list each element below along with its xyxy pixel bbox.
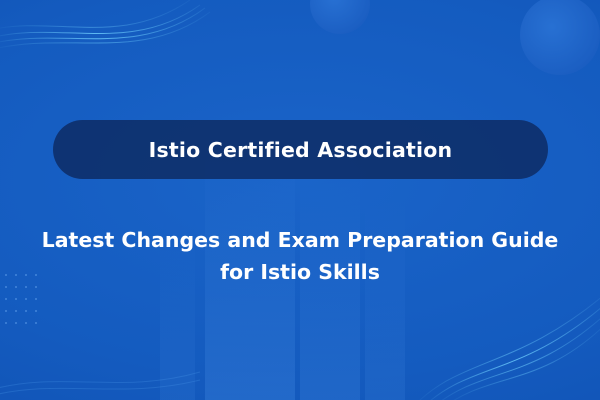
background-decoration: [0, 0, 600, 400]
banner-title: Istio Certified Association: [148, 137, 453, 162]
decor-circle-right: [520, 0, 600, 75]
wave-lines-top-left: [0, 0, 211, 49]
banner: Istio Certified Association Latest Chang…: [0, 0, 600, 400]
wave-lines-bottom-right: [419, 297, 600, 400]
subtitle-line-1: Latest Changes and Exam Preparation Guid…: [41, 228, 559, 252]
subtitle-line-2: for Istio Skills: [220, 260, 380, 284]
title-pill: Istio Certified Association: [53, 120, 548, 179]
decor-circle-top: [310, 0, 370, 34]
banner-subtitle: Latest Changes and Exam Preparation Guid…: [0, 224, 600, 288]
